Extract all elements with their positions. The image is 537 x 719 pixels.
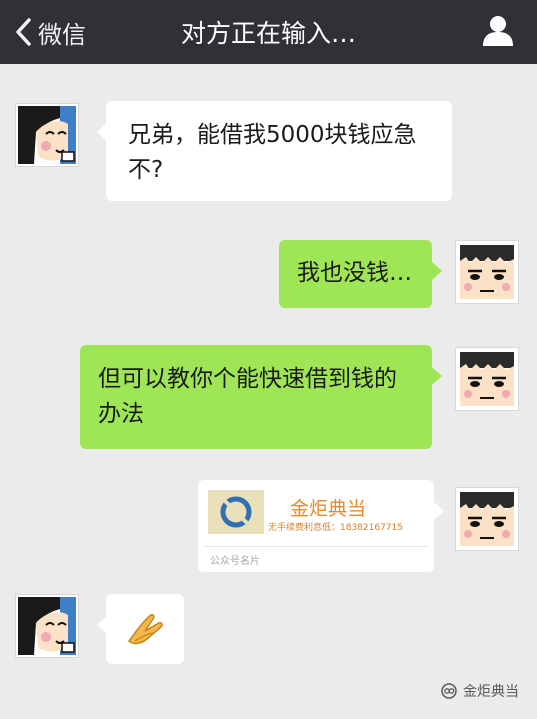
bubble-tail	[432, 367, 442, 385]
cartoon-man-avatar-icon	[456, 488, 518, 550]
card-logo	[208, 490, 264, 534]
cartoon-girl-avatar-icon	[16, 104, 78, 166]
contact-avatar[interactable]	[15, 594, 79, 658]
message-text: 我也没钱…	[297, 260, 412, 286]
message-text: 兄弟，能借我5000块钱应急不?	[128, 122, 417, 183]
person-icon	[483, 16, 513, 46]
my-avatar[interactable]	[455, 240, 519, 304]
bubble-tail	[97, 616, 107, 634]
my-avatar[interactable]	[455, 347, 519, 411]
cartoon-girl-avatar-icon	[16, 595, 78, 657]
watermark-text: 金炬典当	[463, 684, 519, 700]
blue-ring-logo-icon	[220, 496, 252, 528]
emoji-hands-icon	[128, 614, 163, 645]
message-bubble-received[interactable]	[97, 594, 184, 664]
wechat-official-icon	[441, 683, 457, 699]
card-divider	[204, 546, 428, 547]
bubble-tail	[97, 123, 107, 141]
message-text: 但可以教你个能快速借到钱的办法	[98, 366, 397, 427]
title-bar: 微信 对方正在输入…	[0, 0, 537, 64]
bubble-tail	[434, 502, 444, 520]
source-watermark: 金炬典当	[440, 681, 519, 701]
bubble-tail	[432, 262, 442, 280]
card-type-label: 公众号名片	[210, 556, 260, 567]
message-bubble-received[interactable]: 兄弟，能借我5000块钱应急不?	[97, 101, 452, 201]
chat-info-button[interactable]	[481, 13, 515, 51]
card-description: 无手续费利息低：18382167715	[268, 523, 403, 533]
contact-avatar[interactable]	[15, 103, 79, 167]
cartoon-man-avatar-icon	[456, 348, 518, 410]
official-account-card[interactable]: 金炬典当 无手续费利息低：18382167715 公众号名片	[198, 480, 444, 572]
chat-title: 对方正在输入…	[180, 19, 356, 48]
message-bubble-sent[interactable]: 我也没钱…	[279, 240, 442, 308]
my-avatar[interactable]	[455, 487, 519, 551]
message-bubble-sent[interactable]: 但可以教你个能快速借到钱的办法	[80, 345, 442, 449]
card-account-name: 金炬典当	[290, 498, 367, 520]
cartoon-man-avatar-icon	[456, 241, 518, 303]
